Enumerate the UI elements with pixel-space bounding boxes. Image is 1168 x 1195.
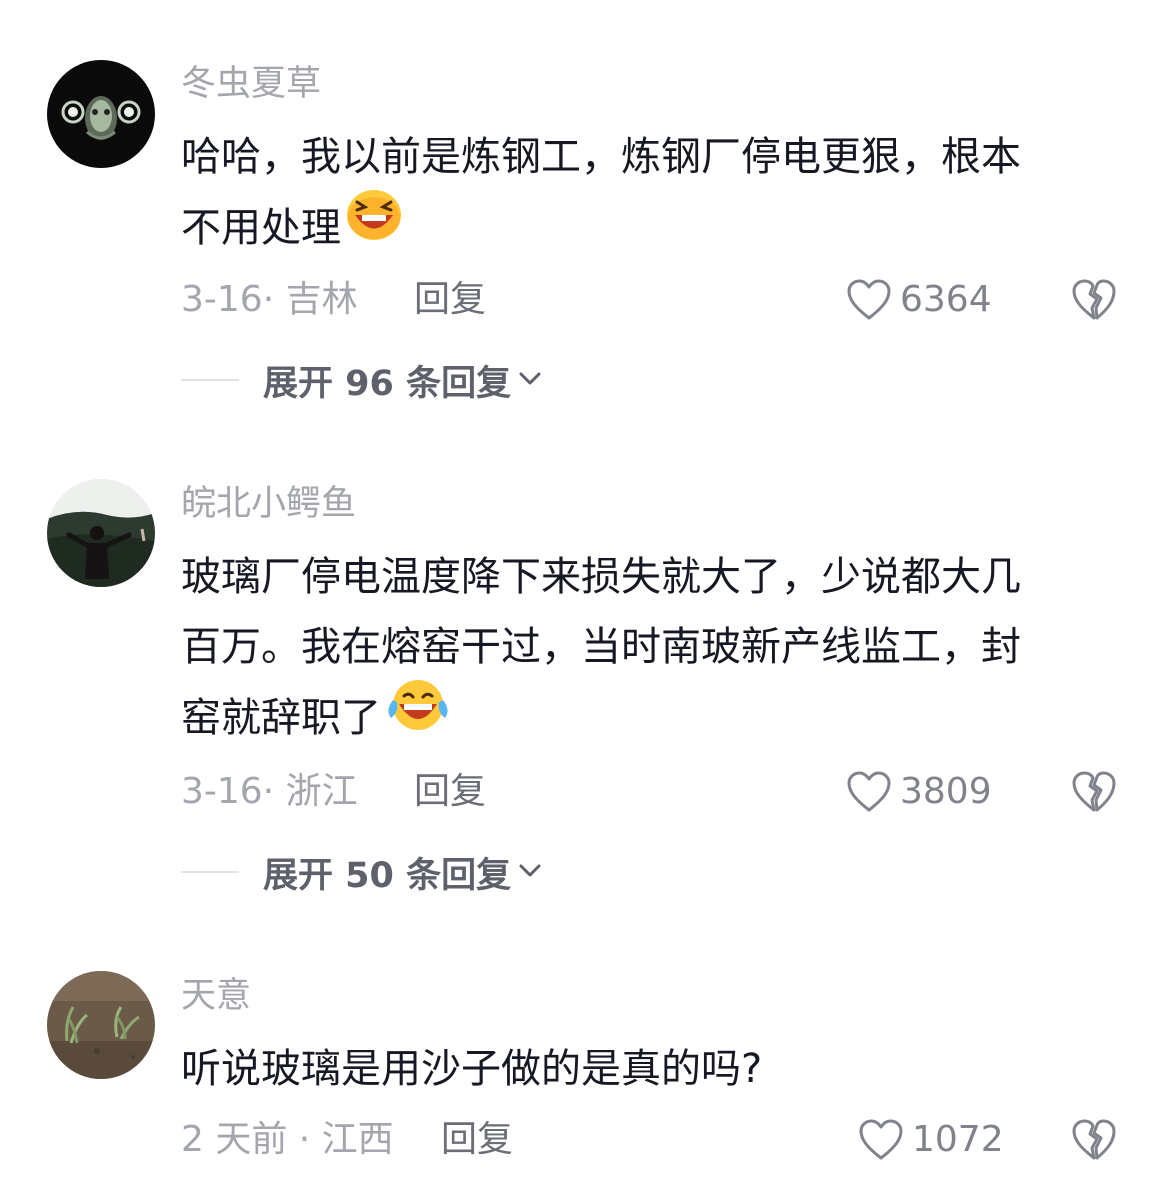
reply-button[interactable]: 回复	[414, 770, 486, 814]
tears-of-joy-emoji-icon	[385, 678, 451, 754]
comment-line: 哈哈，我以前是炼钢工，炼钢厂停电更狠，根本	[181, 134, 1021, 180]
comment-line-text: 窑就辞职了	[181, 695, 381, 741]
expand-replies-button[interactable]: 展开 50 条回复	[181, 850, 543, 896]
avatar[interactable]	[47, 60, 155, 168]
broken-heart-icon	[1072, 1119, 1116, 1160]
field-plants-avatar-icon	[47, 971, 155, 1079]
reply-button[interactable]: 回复	[441, 1118, 513, 1162]
comment-line: 听说玻璃是用沙子做的是真的吗?	[181, 1046, 763, 1092]
comment-line-text: 不用处理	[181, 205, 341, 251]
like-button[interactable]: 6364	[846, 278, 992, 322]
like-button[interactable]: 1072	[858, 1118, 1004, 1162]
heart-icon	[847, 279, 891, 320]
username[interactable]: 天意	[181, 974, 251, 1018]
like-count: 6364	[900, 279, 992, 320]
like-count: 3809	[900, 771, 992, 812]
expand-replies-button[interactable]: 展开 96 条回复	[181, 358, 543, 404]
laughing-squint-emoji-icon	[345, 188, 403, 264]
expand-replies-label: 展开 96 条回复	[263, 363, 512, 404]
chevron-down-icon	[517, 860, 543, 884]
person-outdoors-avatar-icon	[47, 479, 155, 587]
avatar[interactable]	[47, 479, 155, 587]
dislike-button[interactable]	[1070, 769, 1118, 815]
date-location: 2 天前 · 江西	[181, 1119, 394, 1160]
dislike-button[interactable]	[1070, 277, 1118, 323]
glowing-mask-avatar-icon	[47, 60, 155, 168]
username[interactable]: 皖北小鳄鱼	[181, 482, 356, 526]
avatar[interactable]	[47, 971, 155, 1079]
divider	[181, 871, 239, 873]
comment-line: 玻璃厂停电温度降下来损失就大了，少说都大几	[181, 554, 1021, 600]
like-button[interactable]: 3809	[846, 770, 992, 814]
comment-text: 哈哈，我以前是炼钢工，炼钢厂停电更狠，根本 不用处理	[181, 122, 1111, 262]
comment-text: 听说玻璃是用沙子做的是真的吗?	[181, 1034, 1111, 1104]
expand-replies-label: 展开 50 条回复	[263, 855, 512, 896]
dislike-button[interactable]	[1070, 1117, 1118, 1163]
chevron-down-icon	[517, 368, 543, 392]
broken-heart-icon	[1072, 279, 1116, 320]
date-location: 3-16· 吉林	[181, 279, 358, 320]
date-location: 3-16· 浙江	[181, 771, 358, 812]
like-count: 1072	[912, 1119, 1004, 1160]
comment-line: 不用处理	[181, 190, 1111, 262]
heart-icon	[847, 771, 891, 812]
username[interactable]: 冬虫夏草	[181, 62, 321, 106]
broken-heart-icon	[1072, 771, 1116, 812]
comment-line: 窑就辞职了	[181, 680, 1111, 752]
heart-icon	[859, 1119, 903, 1160]
comment-line: 百万。我在熔窑干过，当时南玻新产线监工，封	[181, 624, 1021, 670]
divider	[181, 379, 239, 381]
comment-text: 玻璃厂停电温度降下来损失就大了，少说都大几 百万。我在熔窑干过，当时南玻新产线监…	[181, 542, 1111, 752]
reply-button[interactable]: 回复	[414, 278, 486, 322]
